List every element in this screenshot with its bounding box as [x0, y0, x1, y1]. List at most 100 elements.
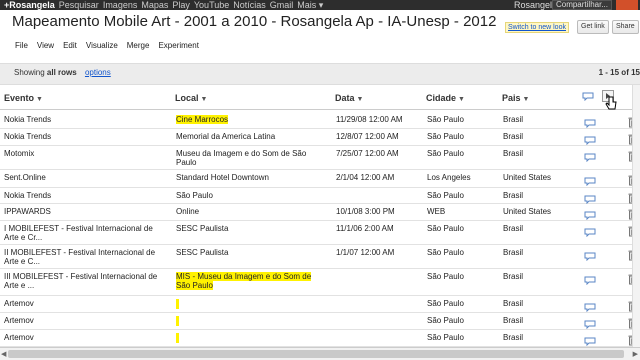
column-label: Pais [502, 93, 521, 103]
highlighted-local: Cine Marrocos [176, 115, 229, 124]
cell-evento[interactable]: Sent.Online [4, 173, 164, 182]
google-nav-item[interactable]: Mapas [141, 0, 168, 10]
page-title: Mapeamento Mobile Art - 2001 a 2010 - Ro… [12, 13, 497, 30]
cell-cidade[interactable]: São Paulo [427, 115, 464, 124]
cell-pais[interactable]: Brasil [503, 299, 523, 308]
google-nav-item[interactable]: +Rosangela [4, 0, 55, 10]
comment-icon[interactable] [584, 224, 596, 242]
cell-pais[interactable]: United States [503, 207, 551, 216]
cell-evento[interactable]: II MOBILEFEST - Festival Internacional d… [4, 248, 164, 266]
hand-cursor-icon [605, 96, 617, 110]
page-total: 15 [631, 68, 640, 77]
scroll-left-arrow-icon[interactable]: ◀ [1, 350, 6, 358]
cell-pais[interactable]: Brasil [503, 224, 523, 233]
menu-item-file[interactable]: File [15, 41, 28, 50]
menu-item-experiment[interactable]: Experiment [158, 41, 198, 50]
switch-new-look-link[interactable]: Switch to new look [505, 22, 569, 33]
cell-local[interactable]: São Paulo [176, 191, 326, 200]
options-link[interactable]: options [85, 68, 111, 77]
cell-local[interactable]: Standard Hotel Downtown [176, 173, 326, 182]
column-label: Cidade [426, 93, 457, 103]
cell-local[interactable]: Online [176, 207, 326, 216]
cell-pais[interactable]: Brasil [503, 316, 523, 325]
cell-cidade[interactable]: São Paulo [427, 248, 464, 257]
column-header-cidade[interactable]: Cidade ▼ [426, 93, 465, 103]
cell-data[interactable]: 1/1/07 12:00 AM [336, 248, 394, 257]
menu-item-merge[interactable]: Merge [127, 41, 150, 50]
google-nav-item[interactable]: Play [172, 0, 190, 10]
comment-icon[interactable] [584, 248, 596, 266]
cell-data[interactable]: 7/25/07 12:00 AM [336, 149, 399, 158]
column-header-pais[interactable]: Pais ▼ [502, 93, 529, 103]
scroll-thumb[interactable] [8, 350, 624, 358]
cell-data[interactable]: 11/29/08 12:00 AM [336, 115, 403, 124]
avatar[interactable] [616, 0, 638, 10]
cell-cidade[interactable]: São Paulo [427, 299, 464, 308]
comment-icon[interactable] [584, 272, 596, 290]
scroll-right-arrow-icon[interactable]: ▶ [633, 350, 638, 358]
cell-cidade[interactable]: São Paulo [427, 272, 464, 281]
column-label: Data [335, 93, 355, 103]
menu-item-edit[interactable]: Edit [63, 41, 77, 50]
cell-cidade[interactable]: Los Angeles [427, 173, 471, 182]
cell-evento[interactable]: Nokia Trends [4, 132, 164, 141]
cell-pais[interactable]: United States [503, 173, 551, 182]
cell-local[interactable] [176, 316, 326, 326]
cell-cidade[interactable]: WEB [427, 207, 445, 216]
cell-cidade[interactable]: São Paulo [427, 132, 464, 141]
cell-evento[interactable]: IPPAWARDS [4, 207, 164, 216]
cell-pais[interactable]: Brasil [503, 132, 523, 141]
comment-icon[interactable] [584, 149, 596, 167]
cell-local[interactable]: Cine Marrocos [176, 115, 326, 124]
cell-local[interactable]: Memorial da America Latina [176, 132, 326, 141]
cell-cidade[interactable]: São Paulo [427, 333, 464, 342]
get-link-button[interactable]: Get link [577, 20, 609, 34]
cell-local[interactable]: SESC Paulista [176, 224, 326, 233]
google-nav-item[interactable]: Mais ▾ [297, 0, 323, 10]
cell-pais[interactable]: Brasil [503, 149, 523, 158]
horizontal-scrollbar[interactable]: ◀ ▶ [0, 347, 640, 360]
cell-pais[interactable]: Brasil [503, 333, 523, 342]
highlight-marker [176, 333, 179, 343]
cell-cidade[interactable]: São Paulo [427, 191, 464, 200]
menu-item-visualize[interactable]: Visualize [86, 41, 118, 50]
share-top-button[interactable]: Compartilhar... [551, 0, 612, 10]
cell-evento[interactable]: Nokia Trends [4, 191, 164, 200]
cell-pais[interactable]: Brasil [503, 248, 523, 257]
cell-pais[interactable]: Brasil [503, 272, 523, 281]
cell-local[interactable]: MIS - Museu da Imagem e do Som de São Pa… [176, 272, 326, 290]
google-nav-item[interactable]: Notícias [233, 0, 266, 10]
cell-data[interactable]: 12/8/07 12:00 AM [336, 132, 399, 141]
column-header-local[interactable]: Local ▼ [175, 93, 207, 103]
menu-item-view[interactable]: View [37, 41, 54, 50]
column-header-evento[interactable]: Evento ▼ [4, 93, 43, 103]
highlight-marker [176, 316, 179, 326]
cell-evento[interactable]: III MOBILEFEST - Festival Internacional … [4, 272, 164, 290]
share-button[interactable]: Share [612, 20, 639, 34]
cell-cidade[interactable]: São Paulo [427, 149, 464, 158]
google-nav-item[interactable]: YouTube [194, 0, 229, 10]
cell-data[interactable]: 11/1/06 2:00 AM [336, 224, 394, 233]
google-nav-item[interactable]: Imagens [103, 0, 138, 10]
cell-local[interactable]: Museu da Imagem e do Som de São Paulo [176, 149, 326, 167]
cell-local[interactable] [176, 299, 326, 309]
cell-evento[interactable]: Motomix [4, 149, 164, 158]
cell-local[interactable] [176, 333, 326, 343]
cell-local[interactable]: SESC Paulista [176, 248, 326, 257]
cell-evento[interactable]: Artemov [4, 299, 164, 308]
comment-icon[interactable] [582, 91, 594, 101]
cell-pais[interactable]: Brasil [503, 191, 523, 200]
cell-evento[interactable]: Nokia Trends [4, 115, 164, 124]
column-header-data[interactable]: Data ▼ [335, 93, 363, 103]
cell-pais[interactable]: Brasil [503, 115, 523, 124]
cell-data[interactable]: 2/1/04 12:00 AM [336, 173, 394, 182]
google-nav-item[interactable]: Pesquisar [59, 0, 99, 10]
vertical-scrollbar[interactable] [632, 85, 640, 347]
cell-evento[interactable]: I MOBILEFEST - Festival Internacional de… [4, 224, 164, 242]
google-nav-item[interactable]: Gmail [270, 0, 294, 10]
cell-evento[interactable]: Artemov [4, 316, 164, 325]
cell-cidade[interactable]: São Paulo [427, 316, 464, 325]
cell-evento[interactable]: Artemov [4, 333, 164, 342]
cell-cidade[interactable]: São Paulo [427, 224, 464, 233]
cell-data[interactable]: 10/1/08 3:00 PM [336, 207, 395, 216]
